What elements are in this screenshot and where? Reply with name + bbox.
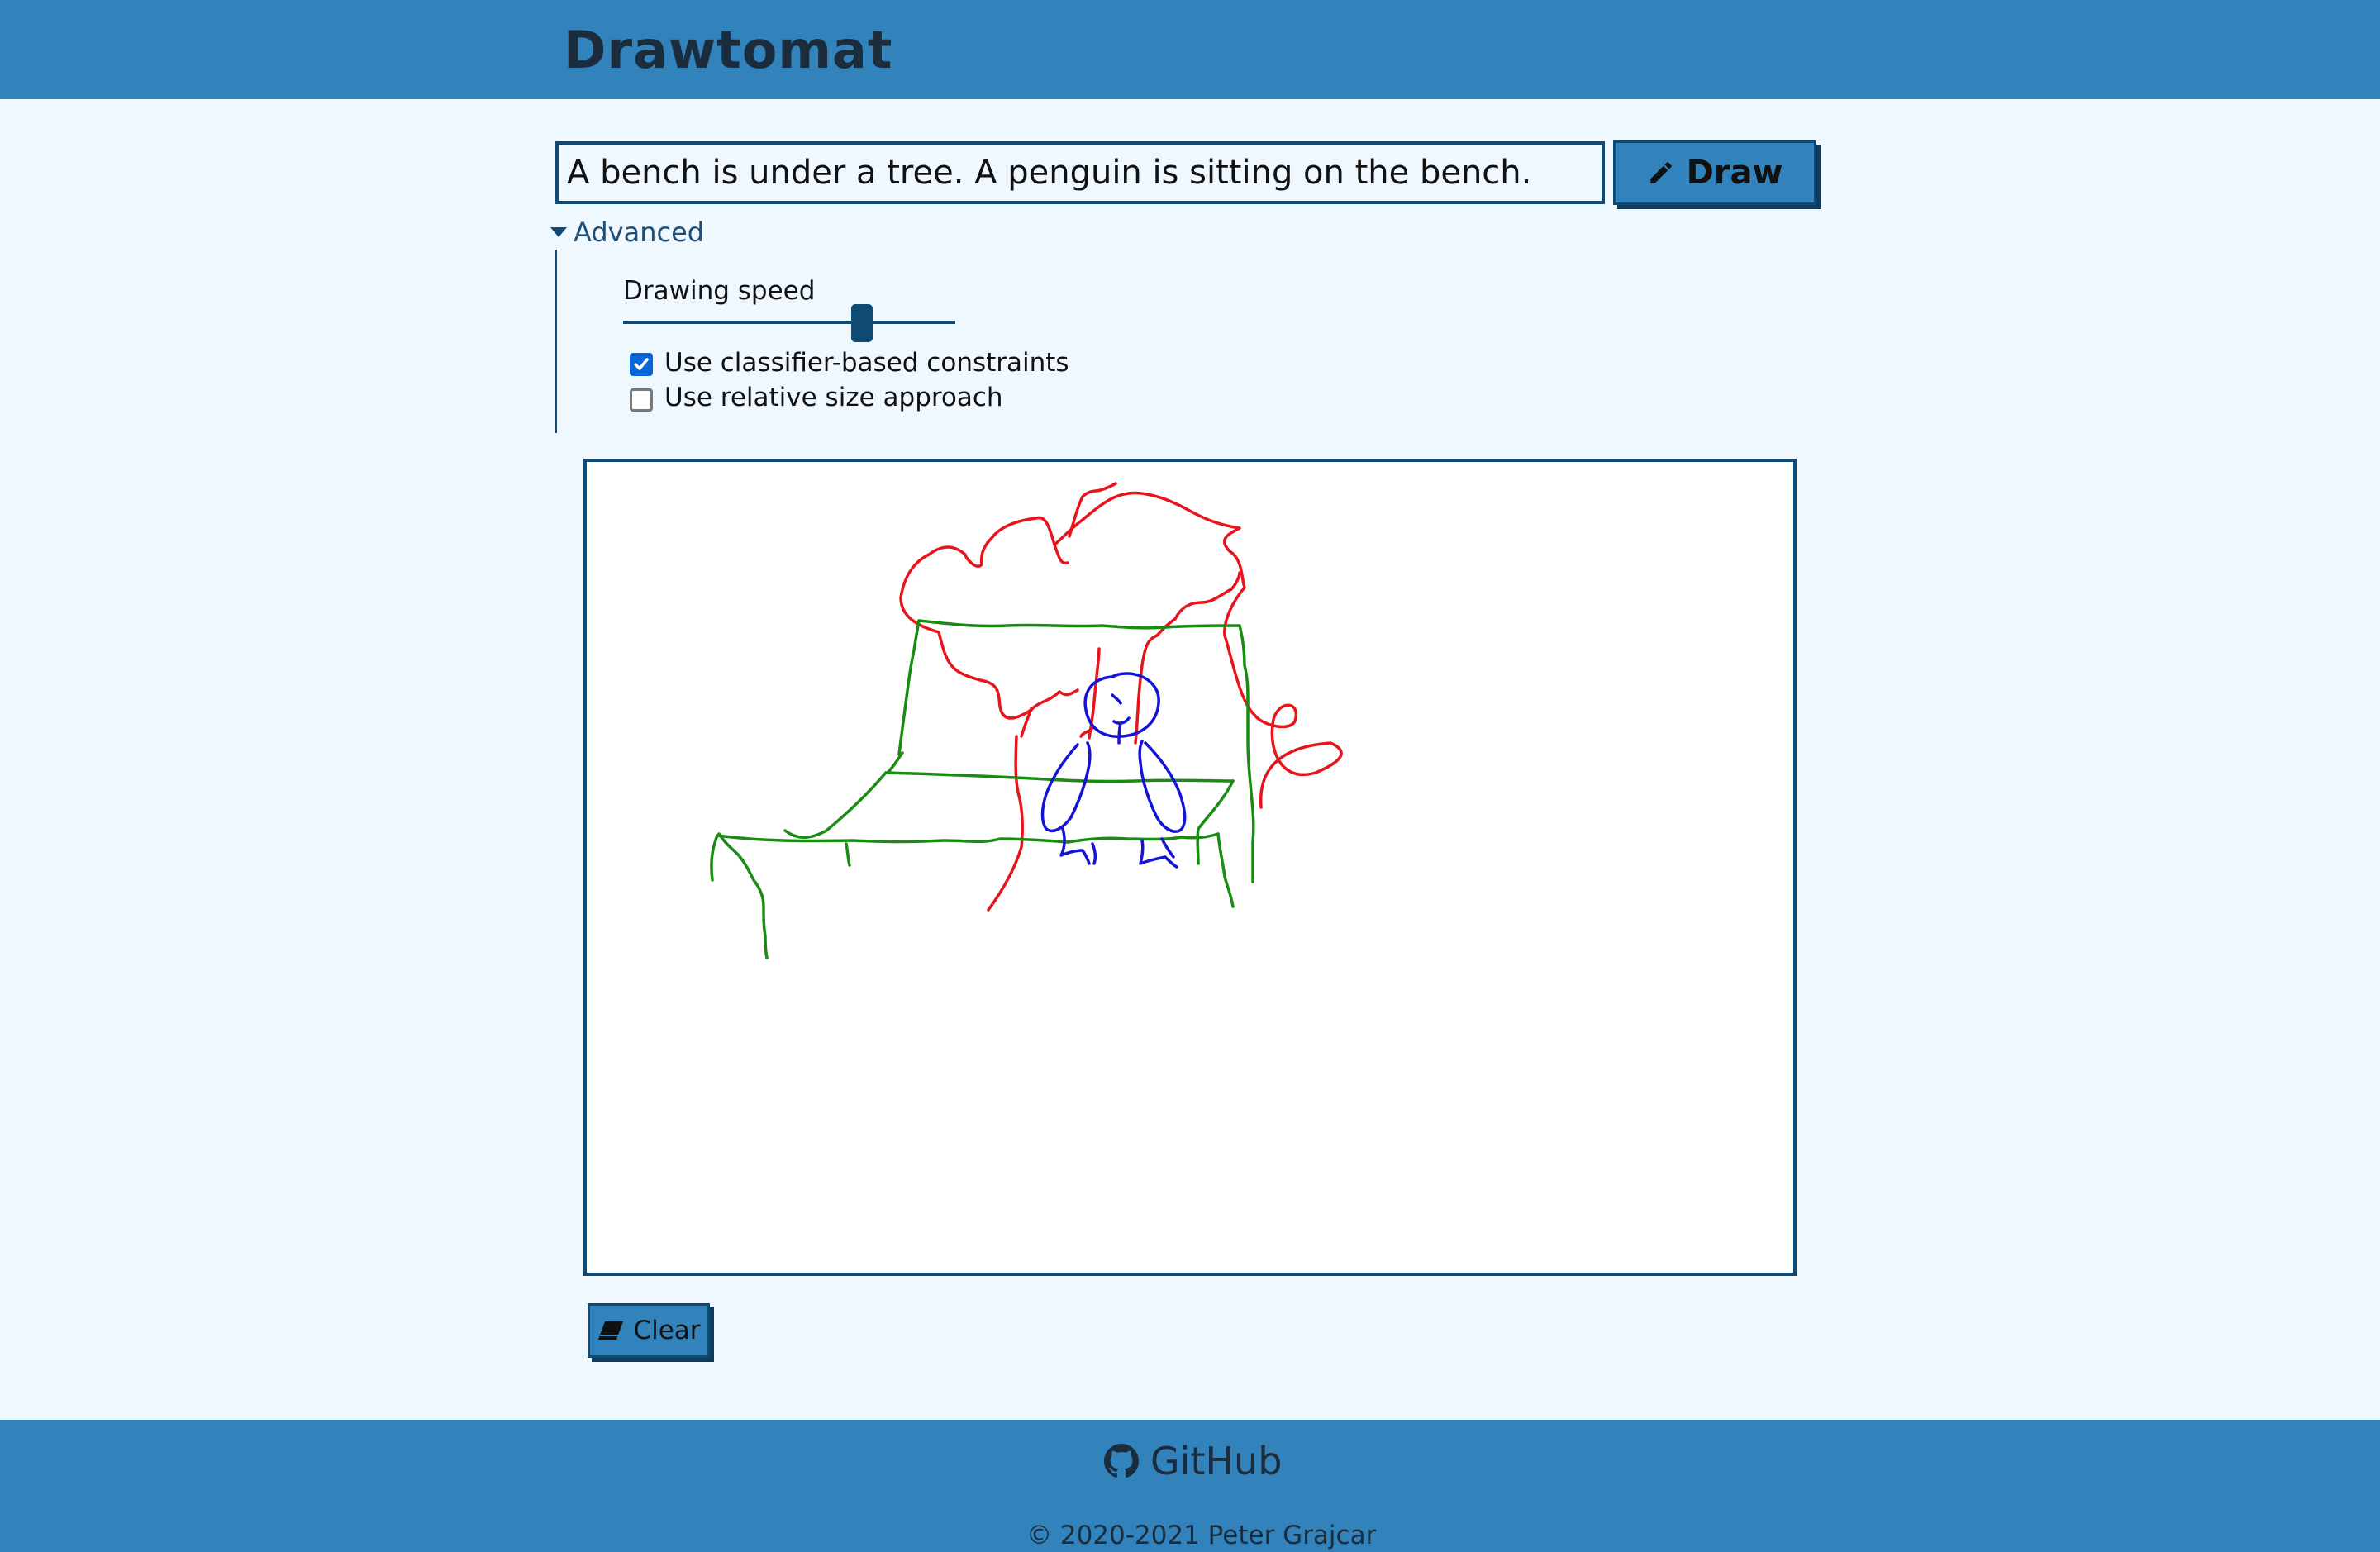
- app-title: Drawtomat: [564, 20, 893, 80]
- classifier-constraints-checkbox[interactable]: [630, 353, 653, 376]
- draw-button-label: Draw: [1686, 154, 1783, 192]
- classifier-constraints-label: Use classifier-based constraints: [664, 348, 1069, 378]
- clear-button[interactable]: Clear: [588, 1303, 710, 1358]
- copyright-text: © 2020-2021 Peter Grajcar: [1026, 1521, 1377, 1550]
- draw-button[interactable]: Draw: [1613, 140, 1816, 205]
- bench-sketch: [710, 619, 1255, 959]
- advanced-panel-border: [555, 250, 557, 433]
- relative-size-label: Use relative size approach: [664, 383, 1003, 412]
- tree-sketch: [899, 482, 1343, 912]
- drawing-speed-slider-track[interactable]: [623, 321, 955, 324]
- eraser-icon: [598, 1321, 624, 1340]
- drawing-canvas[interactable]: [583, 459, 1797, 1276]
- github-label: GitHub: [1150, 1439, 1283, 1483]
- caret-down-icon: [550, 227, 567, 237]
- sketch-drawing: [710, 482, 1343, 959]
- drawing-speed-slider-thumb[interactable]: [851, 304, 873, 342]
- relative-size-checkbox[interactable]: [630, 388, 653, 412]
- advanced-toggle[interactable]: Advanced: [550, 217, 704, 248]
- checkmark-icon: [634, 358, 649, 370]
- app-header: Drawtomat: [0, 0, 2380, 99]
- clear-button-label: Clear: [633, 1316, 701, 1345]
- drawing-speed-label: Drawing speed: [623, 276, 816, 306]
- prompt-input[interactable]: [555, 141, 1605, 204]
- github-icon: [1104, 1444, 1139, 1478]
- pencil-icon: [1649, 162, 1672, 183]
- github-link[interactable]: GitHub: [1104, 1439, 1282, 1483]
- advanced-label: Advanced: [574, 217, 705, 248]
